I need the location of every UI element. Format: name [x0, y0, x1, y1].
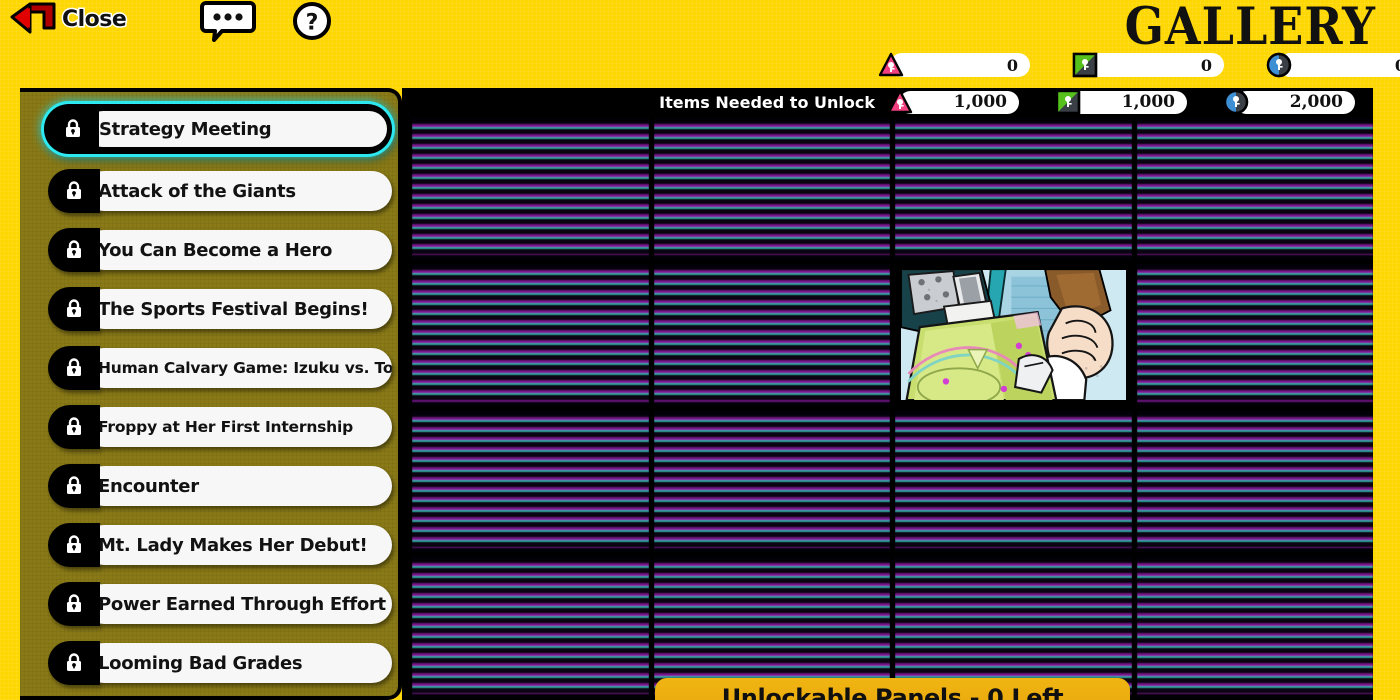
currency-blue-needed: 2,000: [1223, 89, 1355, 115]
panel-locked[interactable]: [1136, 410, 1373, 552]
panel-locked[interactable]: [653, 118, 890, 260]
panel-locked[interactable]: [1136, 556, 1373, 698]
currency-green-needed-value: 1,000: [1067, 90, 1187, 114]
panel-locked[interactable]: [412, 410, 649, 552]
sidebar-item-attack-of-the-giants[interactable]: Attack of the Giants: [48, 169, 392, 213]
lock-icon-wrap: [48, 641, 100, 685]
sidebar-item-label: You Can Become a Hero: [84, 230, 392, 270]
sidebar-item-label: Looming Bad Grades: [84, 643, 392, 683]
close-label: Close: [60, 5, 128, 33]
currency-pink-needed: 1,000: [887, 89, 1019, 115]
lock-icon: [66, 119, 80, 137]
close-button[interactable]: Close: [10, 2, 128, 36]
currency-blue-owned: 0: [1266, 52, 1400, 78]
lock-icon: [67, 535, 81, 553]
sidebar-item-strategy-meeting[interactable]: Strategy Meeting: [44, 104, 392, 154]
manga-panel-art: [901, 270, 1126, 400]
sidebar-item-mt-lady-makes-her-debut[interactable]: Mt. Lady Makes Her Debut!: [48, 523, 392, 567]
page-title: GALLERY: [1124, 0, 1376, 57]
currency-pink-owned: 0: [878, 52, 1030, 78]
sidebar-item-label: Power Earned Through Effort: [84, 584, 392, 624]
question-mark-icon[interactable]: ?: [292, 1, 332, 41]
sidebar-item-power-earned-through-effort[interactable]: Power Earned Through Effort: [48, 582, 392, 626]
panel-locked[interactable]: [412, 556, 649, 698]
speech-bubble-icon[interactable]: [200, 0, 256, 42]
sidebar-item-label: Attack of the Giants: [84, 171, 392, 211]
green-square-key-icon: [1055, 89, 1081, 115]
blue-circle-key-icon: [1266, 52, 1292, 78]
lock-icon: [67, 240, 81, 258]
unlockable-panels-banner: Unlockable Panels - 0 Left: [655, 678, 1130, 700]
lock-icon-wrap: [48, 287, 100, 331]
pink-triangle-key-icon: [878, 52, 904, 77]
lock-icon-wrap: [48, 582, 100, 626]
panel-locked[interactable]: [653, 264, 890, 406]
lock-icon: [67, 653, 81, 671]
sidebar-item-human-calvary-game[interactable]: Human Calvary Game: Izuku vs. Todoroki: [48, 346, 392, 390]
items-needed-label: Items Needed to Unlock: [659, 92, 875, 112]
currency-blue-value: 0: [1278, 53, 1400, 77]
currency-blue-needed-value: 2,000: [1235, 90, 1355, 114]
currency-green-owned: 0: [1072, 52, 1224, 78]
sidebar-item-label: Froppy at Her First Internship: [84, 407, 392, 447]
currency-pink-value: 0: [890, 53, 1030, 77]
panel-locked[interactable]: [895, 118, 1132, 260]
lock-icon-wrap: [48, 228, 100, 272]
needed-currency-row: 1,000 1,000 2,000: [887, 89, 1355, 115]
panel-artwork: [898, 267, 1129, 403]
panel-locked[interactable]: [1136, 118, 1373, 260]
lock-icon-wrap: [48, 169, 100, 213]
sidebar-item-label: The Sports Festival Begins!: [84, 289, 392, 329]
green-square-key-icon: [1072, 52, 1098, 78]
lock-icon: [67, 594, 81, 612]
lock-icon-wrap: [48, 464, 100, 508]
panel-locked[interactable]: [653, 556, 890, 698]
currency-green-needed: 1,000: [1055, 89, 1187, 115]
back-arrow-icon: [10, 2, 56, 34]
sidebar-item-you-can-become-a-hero[interactable]: You Can Become a Hero: [48, 228, 392, 272]
lock-icon: [67, 181, 81, 199]
chapter-sidebar[interactable]: Strategy Meeting Attack of the Giants Yo…: [20, 88, 402, 700]
sidebar-item-label: Mt. Lady Makes Her Debut!: [84, 525, 392, 565]
lock-icon-wrap: [48, 523, 100, 567]
lock-icon: [67, 358, 81, 376]
sidebar-item-label: Strategy Meeting: [83, 109, 389, 149]
panel-locked[interactable]: [653, 410, 890, 552]
panel-locked[interactable]: [895, 410, 1132, 552]
gallery-screen: Close ? GALLERY 0 0 Strategy Meeting Att…: [0, 0, 1400, 700]
sidebar-item-label: Human Calvary Game: Izuku vs. Todoroki: [84, 348, 392, 388]
lock-icon-wrap: [48, 405, 100, 449]
lock-icon-wrap: [48, 346, 100, 390]
pink-triangle-key-icon: [887, 89, 913, 114]
sidebar-item-looming-bad-grades[interactable]: Looming Bad Grades: [48, 641, 392, 685]
blue-circle-key-icon: [1223, 89, 1249, 115]
panel-locked[interactable]: [895, 556, 1132, 698]
panel-unlocked[interactable]: [895, 264, 1132, 406]
sidebar-item-froppy-at-her-first-internship[interactable]: Froppy at Her First Internship: [48, 405, 392, 449]
lock-icon: [67, 299, 81, 317]
panel-locked[interactable]: [412, 118, 649, 260]
sidebar-item-label: Encounter: [84, 466, 392, 506]
sidebar-item-the-sports-festival-begins[interactable]: The Sports Festival Begins!: [48, 287, 392, 331]
lock-icon-wrap: [47, 107, 99, 151]
lock-icon: [67, 417, 81, 435]
sidebar-item-encounter[interactable]: Encounter: [48, 464, 392, 508]
owned-currency-row: 0 0 0: [878, 52, 1400, 78]
currency-green-value: 0: [1084, 53, 1224, 77]
lock-icon: [67, 476, 81, 494]
svg-text:?: ?: [306, 11, 319, 36]
unlockable-panels-text: Unlockable Panels - 0 Left: [721, 684, 1064, 700]
currency-pink-needed-value: 1,000: [899, 90, 1019, 114]
panel-grid: [402, 116, 1373, 700]
items-needed-bar: Items Needed to Unlock 1,000 1,000 2,000: [402, 88, 1373, 116]
panel-locked[interactable]: [412, 264, 649, 406]
panel-grid-area: Items Needed to Unlock 1,000 1,000 2,000: [402, 88, 1373, 700]
panel-locked[interactable]: [1136, 264, 1373, 406]
